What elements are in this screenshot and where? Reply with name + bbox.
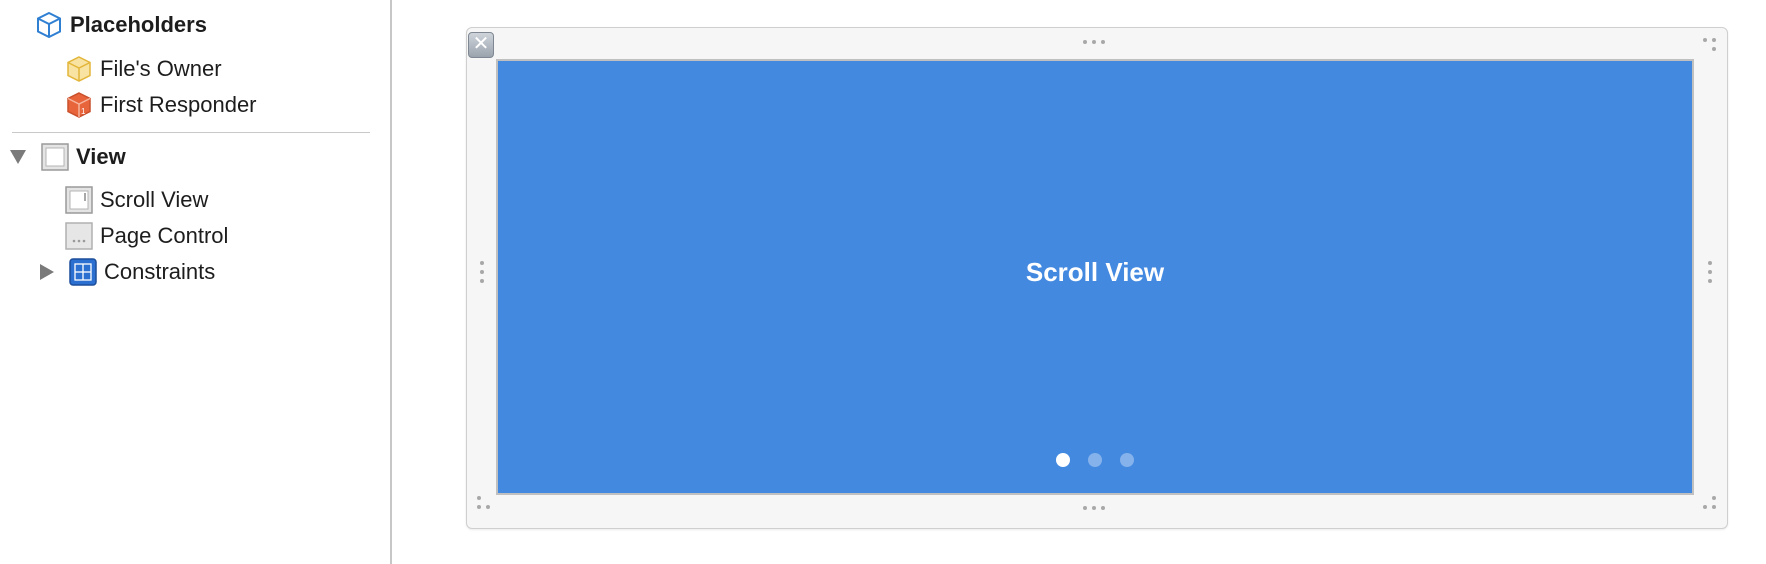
view-icon [40,142,70,172]
constraints-icon [68,257,98,287]
page-control-icon [64,221,94,251]
document-outline: Placeholders File's Owner 1 First Respon… [0,0,390,564]
outline-item-label: Page Control [100,223,229,248]
outline-item-label: File's Owner [100,56,222,81]
resize-handle-top[interactable] [1083,40,1105,44]
svg-text:1: 1 [81,107,86,116]
outline-item-placeholders[interactable]: Placeholders [34,8,207,42]
cube-outline-icon [34,10,64,40]
yellow-cube-icon [64,54,94,84]
outline-item-label: Constraints [104,259,216,284]
resize-handle-bottom-left[interactable] [477,496,491,510]
orange-cube-icon: 1 [64,90,94,120]
scroll-view-label: Scroll View [1025,257,1165,287]
resize-handle-left[interactable] [480,261,484,283]
outline-item-first-responder[interactable]: 1 First Responder [64,88,257,122]
resize-handle-bottom[interactable] [1083,506,1105,510]
disclosure-triangle-expanded-icon[interactable] [10,150,26,164]
outline-separator [12,132,370,133]
outline-item-constraints[interactable]: Constraints [40,255,215,289]
scroll-view[interactable]: Scroll View [496,59,1694,495]
page-control[interactable] [498,453,1692,467]
interface-builder-canvas[interactable]: ✕ Scroll View [392,0,1766,564]
outline-item-scroll-view[interactable]: Scroll View [64,183,208,217]
disclosure-triangle-collapsed-icon[interactable] [40,264,54,280]
outline-item-label: Scroll View [100,187,209,212]
resize-handle-bottom-right[interactable] [1703,496,1717,510]
outline-item-label: First Responder [100,92,257,117]
outline-item-page-control[interactable]: Page Control [64,219,228,253]
page-indicator-dot[interactable] [1056,453,1070,467]
page-indicator-dot[interactable] [1088,453,1102,467]
outline-item-view[interactable]: View [10,140,126,174]
resize-handle-right[interactable] [1708,261,1712,283]
view-frame[interactable]: ✕ Scroll View [466,27,1728,529]
outline-item-label: View [76,144,126,169]
resize-handle-top-right[interactable] [1703,38,1717,52]
close-scene-button[interactable]: ✕ [468,32,494,58]
outline-item-label: Placeholders [70,12,207,37]
outline-item-files-owner[interactable]: File's Owner [64,52,222,86]
page-indicator-dot[interactable] [1120,453,1134,467]
scroll-view-icon [64,185,94,215]
